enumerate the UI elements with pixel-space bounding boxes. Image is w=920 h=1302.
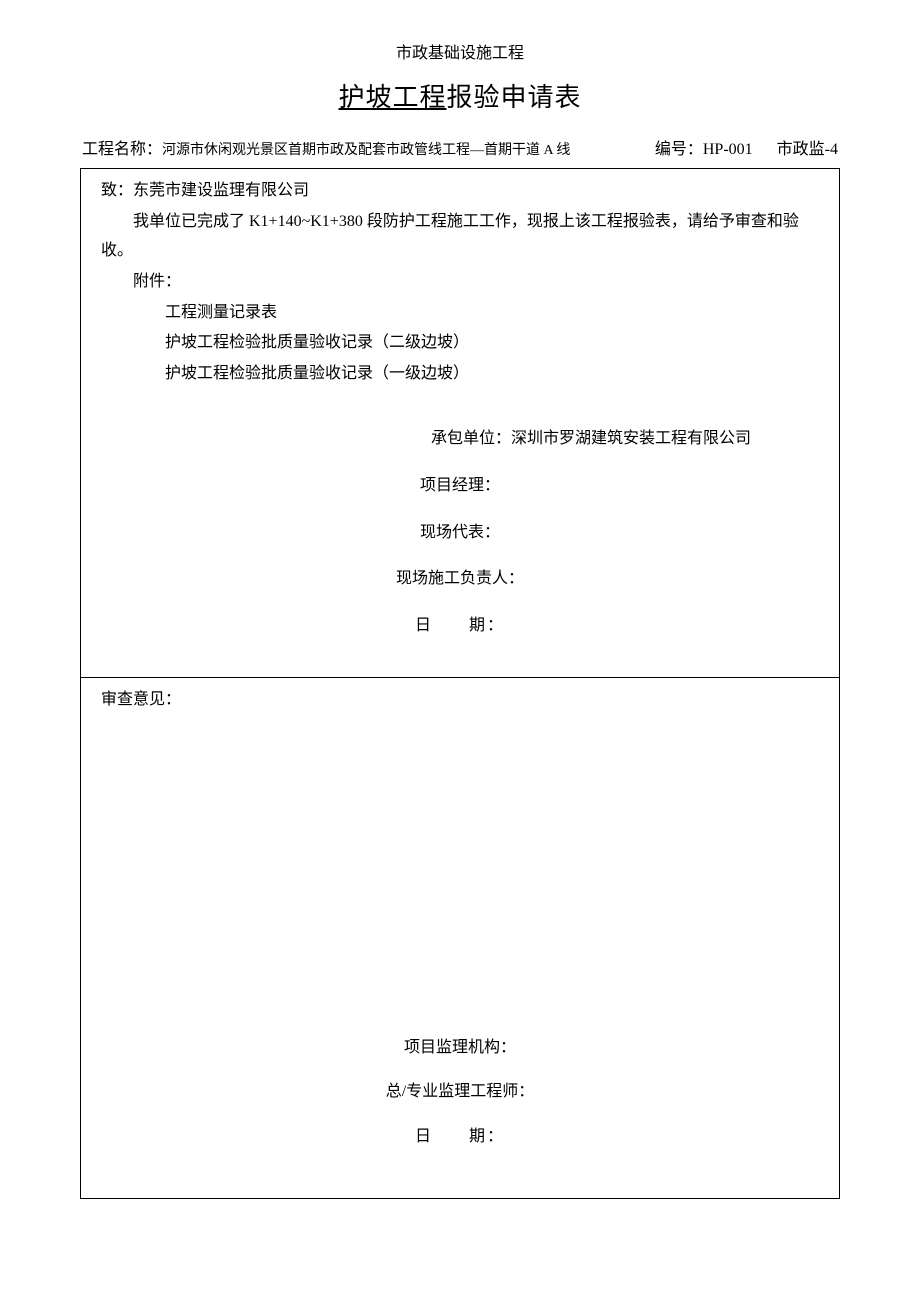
to-line: 致：东莞市建设监理有限公司 (101, 177, 819, 206)
project-label: 工程名称： (82, 141, 162, 158)
pre-title: 市政基础设施工程 (80, 40, 840, 69)
pm-line: 项目经理： (101, 472, 819, 501)
header-right: 编号：HP-001 市政监-4 (655, 136, 838, 165)
opinion-label: 审查意见： (101, 686, 819, 715)
contractor-name: 深圳市罗湖建筑安装工程有限公司 (511, 430, 751, 447)
sign-block-upper: 承包单位：深圳市罗湖建筑安装工程有限公司 项目经理： 现场代表： 现场施工负责人… (101, 425, 819, 641)
header-row: 工程名称：河源市休闲观光景区首期市政及配套市政管线工程—首期干道 A 线 编号：… (80, 136, 840, 165)
code-label: 编号： (655, 141, 703, 158)
title-rest: 报验申请表 (447, 83, 582, 112)
header-left: 工程名称：河源市休闲观光景区首期市政及配套市政管线工程—首期干道 A 线 (82, 136, 570, 165)
body-text: 我单位已完成了 K1+140~K1+380 段防护工程施工工作，现报上该工程报验… (101, 208, 819, 266)
section-upper: 致：东莞市建设监理有限公司 我单位已完成了 K1+140~K1+380 段防护工… (81, 169, 839, 678)
attachment-3: 护坡工程检验批质量验收记录（一级边坡） (101, 360, 819, 389)
form-box: 致：东莞市建设监理有限公司 我单位已完成了 K1+140~K1+380 段防护工… (80, 168, 840, 1199)
doc-type: 市政监-4 (777, 141, 838, 158)
title-underlined: 护坡工程 (338, 83, 446, 112)
attachment-2: 护坡工程检验批质量验收记录（二级边坡） (101, 329, 819, 358)
sign-block-lower: 项目监理机构： 总/专业监理工程师： 日 期： (81, 1034, 839, 1168)
code-block: 编号：HP-001 (655, 141, 753, 158)
to-label: 致： (101, 182, 133, 199)
attachment-1: 工程测量记录表 (101, 299, 819, 328)
date-line-lower: 日 期： (81, 1123, 839, 1152)
project-name: 河源市休闲观光景区首期市政及配套市政管线工程—首期干道 A 线 (162, 143, 570, 158)
section-lower: 审查意见： 项目监理机构： 总/专业监理工程师： 日 期： (81, 678, 839, 1198)
contractor-line: 承包单位：深圳市罗湖建筑安装工程有限公司 (101, 425, 819, 454)
code-value: HP-001 (703, 141, 753, 158)
main-title: 护坡工程报验申请表 (80, 75, 840, 122)
to-name: 东莞市建设监理有限公司 (133, 182, 309, 199)
attach-label: 附件： (101, 268, 819, 297)
site-mgr-line: 现场施工负责人： (101, 565, 819, 594)
date-line-upper: 日 期： (101, 612, 819, 641)
supervision-org-line: 项目监理机构： (81, 1034, 839, 1063)
contractor-label: 承包单位： (431, 430, 511, 447)
site-rep-line: 现场代表： (101, 519, 819, 548)
engineer-line: 总/专业监理工程师： (81, 1078, 839, 1107)
